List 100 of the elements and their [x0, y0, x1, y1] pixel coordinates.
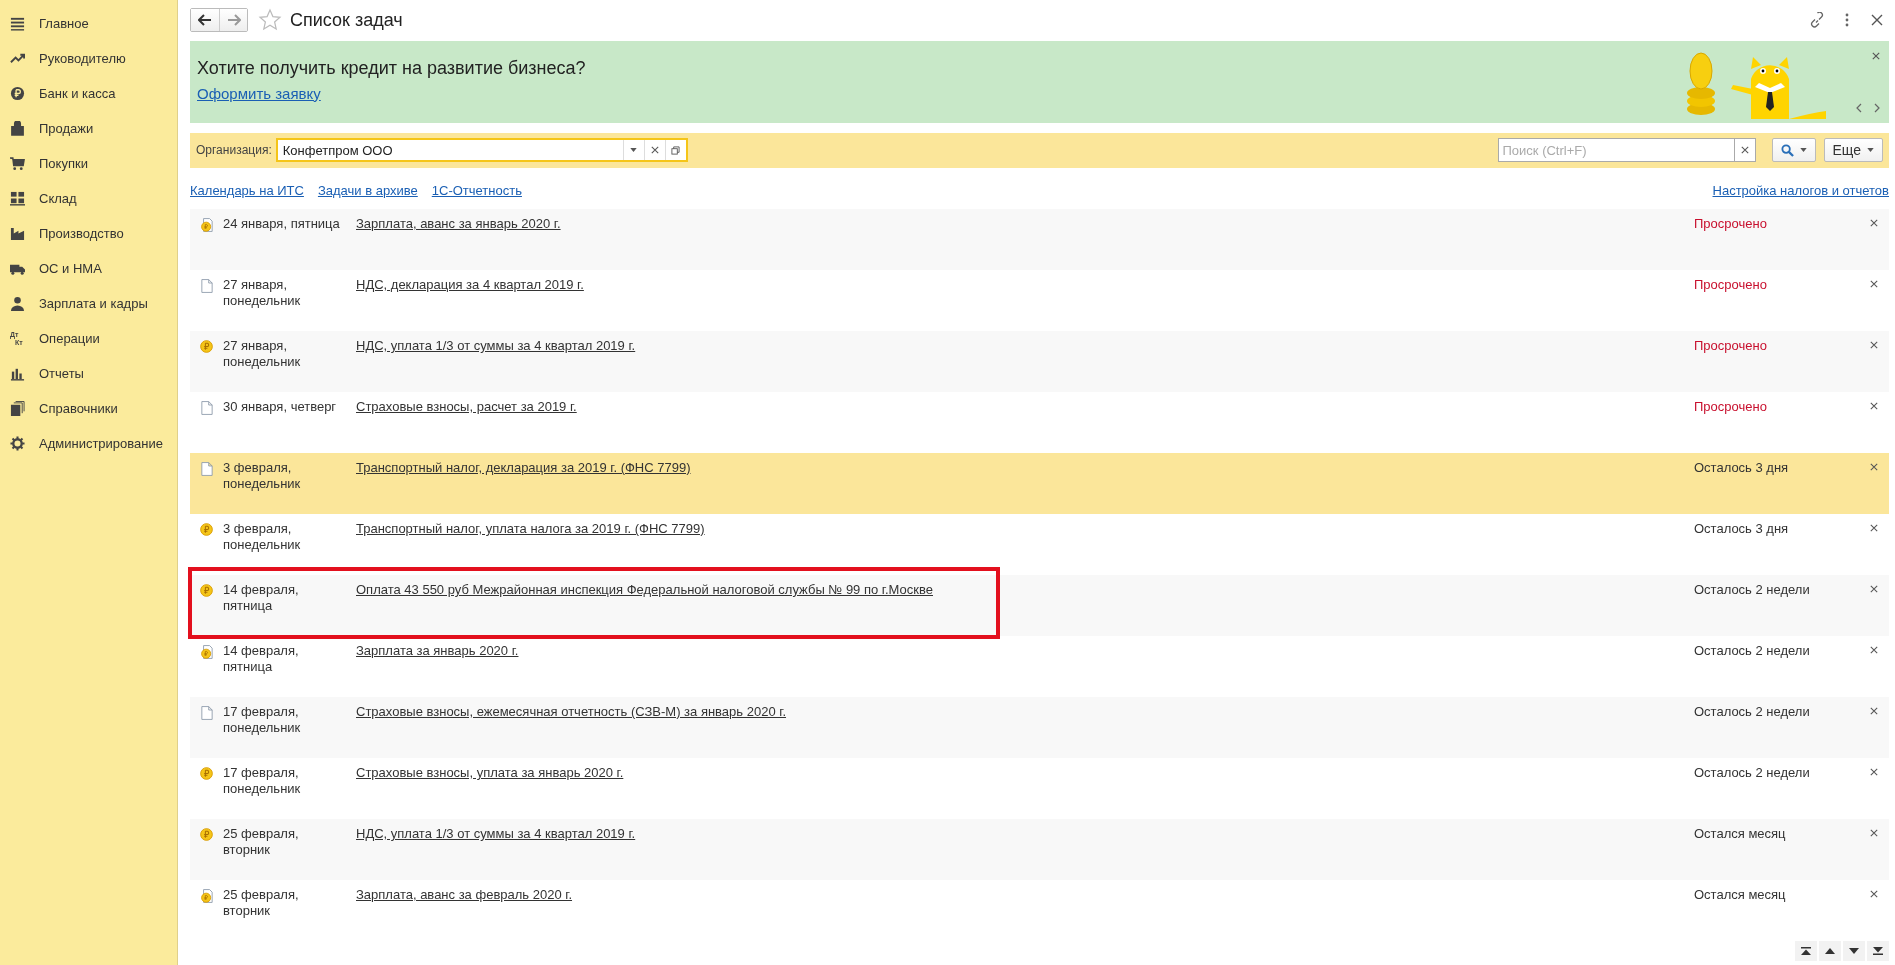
document-with-coin-icon — [200, 218, 213, 232]
ruble-coin-icon — [200, 584, 213, 597]
task-link[interactable]: Страховые взносы, уплата за январь 2020 г. — [356, 765, 1694, 781]
to-top-icon — [1801, 947, 1811, 955]
organization-label: Организация: — [196, 143, 272, 158]
search-field[interactable]: Поиск (Ctrl+F) — [1497, 138, 1734, 163]
apply-link[interactable]: Оформить заявку — [197, 84, 321, 102]
task-link[interactable]: НДС, уплата 1/3 от суммы за 4 квартал 2019 г. — [356, 826, 1694, 842]
task-row[interactable]: 25 февраля, вторник НДС, уплата 1/3 от суммы за 4 квартал 2019 г. Остался месяц — [190, 819, 1889, 880]
close-icon[interactable] — [1870, 341, 1878, 349]
back-button[interactable] — [191, 9, 219, 32]
task-link[interactable]: Оплата 43 550 руб Межрайонная инспекция Федеральной налоговой службы № 99 по г.Москве — [356, 582, 1694, 598]
due-date: 3 февраля, понедельник — [223, 521, 302, 553]
sidebar-item[interactable]: Зарплата и кадры — [0, 286, 177, 321]
last-page-button[interactable] — [1867, 941, 1889, 961]
status-text: Просрочено — [1694, 338, 1768, 354]
down-triangle-icon — [1849, 947, 1859, 955]
up-triangle-icon — [1825, 947, 1835, 955]
banner-text: Хотите получить кредит на развитие бизнеса? — [197, 57, 587, 79]
due-date: 17 февраля, понедельник — [223, 704, 302, 736]
task-row[interactable]: 27 января, понедельник НДС, уплата 1/3 от суммы за 4 квартал 2019 г. Просрочено — [190, 331, 1889, 392]
due-date: 27 января, понедельник — [223, 338, 302, 370]
previous-icon[interactable] — [1855, 102, 1863, 113]
close-banner-button[interactable] — [1871, 50, 1881, 61]
link-icon[interactable] — [1809, 12, 1825, 29]
page-up-button[interactable] — [1819, 941, 1841, 961]
caret-icon — [630, 148, 638, 153]
sidebar-item[interactable]: Склад — [0, 181, 177, 216]
close-icon[interactable] — [1870, 890, 1878, 898]
task-link[interactable]: НДС, декларация за 4 квартал 2019 г. — [356, 277, 1694, 293]
status-text: Осталось 2 недели — [1694, 643, 1811, 659]
settings-link[interactable]: Настройка налогов и отчетов — [1712, 182, 1889, 198]
status-text: Остался месяц — [1694, 887, 1787, 903]
document-icon — [200, 279, 213, 293]
clear-button[interactable] — [1733, 138, 1756, 163]
organization-field[interactable]: Конфетпром ООО — [275, 138, 688, 163]
ruble-coin-icon — [10, 86, 25, 101]
sidebar-item[interactable]: Покупки — [0, 146, 177, 181]
due-date: 25 февраля, вторник — [223, 826, 300, 858]
windows-icon — [671, 145, 681, 155]
task-row[interactable]: 14 февраля, пятница Оплата 43 550 руб Межрайонная инспекция Федеральной налоговой службы № 99 по г.Москве Осталось 2 недели — [190, 575, 1889, 636]
task-row[interactable]: 24 января, пятница Зарплата, аванс за январь 2020 г. Просрочено — [190, 209, 1889, 270]
task-link[interactable]: Транспортный налог, декларация за 2019 г. (ФНС 7799) — [356, 460, 1694, 476]
search-icon — [1780, 143, 1794, 157]
close-icon[interactable] — [1870, 463, 1878, 471]
sidebar-item[interactable]: ОС и НМА — [0, 251, 177, 286]
sidebar-item[interactable]: Производство — [0, 216, 177, 251]
task-link[interactable]: Зарплата, аванс за январь 2020 г. — [356, 216, 1694, 232]
close-icon[interactable] — [1870, 646, 1878, 654]
task-link[interactable]: Страховые взносы, ежемесячная отчетность (СЗВ-М) за январь 2020 г. — [356, 704, 1694, 720]
due-date: 14 февраля, пятница — [223, 643, 300, 675]
sidebar-item[interactable]: Отчеты — [0, 356, 177, 391]
status-text: Осталось 2 недели — [1694, 704, 1811, 720]
search-button[interactable] — [1771, 138, 1816, 163]
status-text: Осталось 2 недели — [1694, 765, 1811, 781]
books-icon — [10, 401, 25, 416]
task-row[interactable]: 17 февраля, понедельник Страховые взносы, ежемесячная отчетность (СЗВ-М) за январь 2020 г. Осталось 2 недели — [190, 697, 1889, 758]
more-button[interactable]: Еще — [1823, 138, 1883, 163]
star-icon[interactable] — [258, 8, 282, 33]
close-icon[interactable] — [1870, 585, 1878, 593]
sidebar-item[interactable]: Банк и касса — [0, 76, 177, 111]
close-icon[interactable] — [1870, 280, 1878, 288]
task-link[interactable]: Зарплата, аванс за февраль 2020 г. — [356, 887, 1694, 903]
task-link[interactable]: Транспортный налог, уплата налога за 2019 г. (ФНС 7799) — [356, 521, 1694, 537]
close-icon[interactable] — [1870, 768, 1878, 776]
task-row[interactable]: 3 февраля, понедельник Транспортный налог, декларация за 2019 г. (ФНС 7799) Осталось 3 дня — [190, 453, 1889, 514]
due-date: 27 января, понедельник — [223, 277, 302, 309]
document-icon — [200, 462, 213, 476]
next-icon[interactable] — [1873, 102, 1881, 113]
close-icon[interactable] — [1870, 219, 1878, 227]
task-link[interactable]: Зарплата за январь 2020 г. — [356, 643, 1694, 659]
close-icon[interactable] — [1870, 707, 1878, 715]
nav-link[interactable]: Задачи в архиве — [317, 182, 418, 198]
document-with-coin-icon — [200, 889, 213, 903]
due-date: 25 февраля, вторник — [223, 887, 300, 919]
page-down-button[interactable] — [1843, 941, 1865, 961]
sidebar-item[interactable]: Справочники — [0, 391, 177, 426]
bag-icon — [10, 121, 25, 136]
to-bottom-icon — [1873, 947, 1883, 955]
close-icon[interactable] — [1870, 829, 1878, 837]
left-arrow-icon — [198, 14, 212, 27]
right-arrow-icon — [226, 14, 241, 27]
nav-link[interactable]: 1С-Отчетность — [431, 182, 522, 198]
sidebar-item[interactable]: Руководителю — [0, 41, 177, 76]
status-text: Осталось 2 недели — [1694, 582, 1811, 598]
task-link[interactable]: Страховые взносы, расчет за 2019 г. — [356, 399, 1694, 415]
task-link[interactable]: НДС, уплата 1/3 от суммы за 4 квартал 2019 г. — [356, 338, 1694, 354]
document-icon — [200, 401, 213, 415]
sidebar-item[interactable]: Продажи — [0, 111, 177, 146]
status-text: Просрочено — [1694, 399, 1768, 415]
first-page-button[interactable] — [1795, 941, 1817, 961]
close-icon[interactable] — [1870, 402, 1878, 410]
factory-icon — [10, 226, 25, 241]
sidebar-item[interactable]: Главное — [0, 6, 177, 41]
due-date: 24 января, пятница — [223, 216, 341, 232]
nav-link[interactable]: Календарь на ИТС — [190, 182, 304, 198]
due-date: 3 февраля, понедельник — [223, 460, 302, 492]
sidebar-item[interactable]: Администрирование — [0, 426, 177, 461]
caret-icon — [1867, 148, 1874, 153]
close-icon[interactable] — [1870, 524, 1878, 532]
